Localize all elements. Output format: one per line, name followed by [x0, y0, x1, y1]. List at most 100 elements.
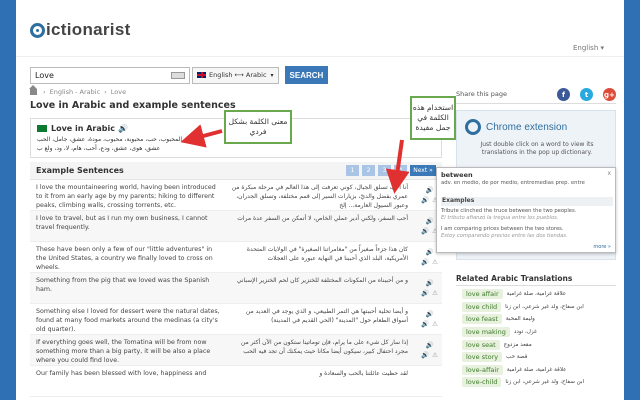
breadcrumb-item[interactable]: English - Arabic [50, 88, 101, 96]
report-icon[interactable]: ⚠ [432, 320, 438, 328]
example-english: I love the mountaineering world, having … [36, 184, 216, 209]
example-arabic: أحب السفر، ولكني أدير عملي الخاص، لا أتم… [237, 215, 408, 222]
page-button[interactable]: 3 [378, 165, 391, 176]
example-row: Something from the pig that we loved was… [30, 273, 442, 304]
search-button[interactable]: SEARCH [284, 66, 329, 84]
breadcrumb: › English - Arabic › Love [29, 85, 127, 96]
related-tag[interactable]: love seat [462, 339, 500, 350]
report-icon[interactable]: ⚠ [432, 351, 438, 359]
example-row: If everything goes well, the Tomatina wi… [30, 335, 442, 366]
related-item: love affair علاقة غرامية، صلة غرامية [462, 288, 616, 301]
extension-header: Chrome extension [465, 119, 567, 135]
speaker-icon[interactable]: 🔊 [421, 227, 429, 235]
example-english: Something from the pig that we loved was… [36, 277, 210, 293]
definition-line: عشق، هوى، عشق، ودع، أحب، هام، لا، ود، ول… [37, 145, 161, 152]
related-translation: ابن سفاح، ولد غير شرعي، ابن زنا [505, 303, 584, 310]
related-tag[interactable]: love story [462, 352, 503, 363]
pagination: 1 2 3 4 Next » [346, 165, 436, 176]
related-tag[interactable]: love child [462, 301, 502, 312]
related-tag[interactable]: love making [462, 327, 510, 338]
related-item: love-affair علاقة غرامية، صلة غرامية [462, 364, 616, 377]
site-language-selector[interactable]: English ▾ [573, 44, 604, 52]
report-icon[interactable]: ⚠ [432, 289, 438, 297]
search-bar: Love English ⟷ Arabic ▾ SEARCH [30, 66, 329, 84]
example-english: Our family has been blessed with love, h… [36, 370, 207, 377]
related-translation: ابن سفاح، ولد غير شرعي، ابن زنا [505, 379, 585, 386]
definition-header: Love in Arabic 🔊 [37, 124, 128, 133]
share-title: Share this page [456, 90, 507, 98]
extension-description: Just double click on a word to view its … [480, 141, 594, 156]
speaker-icon[interactable]: 🔊 [425, 217, 433, 225]
example-arabic: و أيضا تحلية أحببتها هي التمر الطبيعي، و… [245, 308, 408, 324]
related-translation: قصة حب [506, 354, 528, 361]
example-english: Something else I loved for dessert were … [36, 308, 220, 333]
logo-text: ictionarist [46, 20, 131, 39]
extension-logo-icon [465, 119, 481, 135]
example-arabic: كان هذا جزءاً صغيراً من "مغامراتنا الصغي… [246, 246, 408, 262]
related-translation: غزل، تودد [513, 329, 537, 336]
example-english: I love to travel, but as I run my own bu… [36, 215, 208, 231]
related-tag[interactable]: love feast [462, 314, 502, 325]
examples-list: I love the mountaineering world, having … [30, 180, 442, 397]
related-item: love-child ابن سفاح، ولد غير شرعي، ابن زن… [462, 376, 616, 389]
related-translation: علاقة غرامية، صلة غرامية [506, 291, 567, 298]
example-actions: 🔊🔊⚠ [421, 341, 438, 359]
related-list: love affair علاقة غرامية، صلة غرامية love… [462, 288, 616, 389]
speaker-icon[interactable]: 🔊 [421, 289, 429, 297]
speaker-icon[interactable]: 🔊 [425, 248, 433, 256]
example-row: These have been only a few of our "littl… [30, 242, 442, 273]
related-title: Related Arabic Translations [456, 274, 573, 283]
speaker-icon[interactable]: 🔊 [425, 310, 433, 318]
search-input[interactable]: Love [30, 66, 190, 84]
speaker-icon[interactable]: 🔊 [421, 196, 429, 204]
facebook-icon[interactable]: f [557, 88, 570, 101]
page-button[interactable]: 2 [362, 165, 375, 176]
popup-examples-title: Examples [441, 197, 613, 206]
speaker-icon[interactable]: 🔊 [421, 258, 429, 266]
close-icon[interactable]: x [607, 170, 611, 177]
example-row: Our family has been blessed with love, h… [30, 366, 442, 397]
speaker-icon[interactable]: 🔊 [425, 279, 433, 287]
related-item: love story قصة حب [462, 351, 616, 364]
sidebar-divider [456, 103, 616, 104]
language-pair-select[interactable]: English ⟷ Arabic ▾ [192, 66, 279, 84]
speaker-icon[interactable]: 🔊 [425, 341, 433, 349]
example-row: I love to travel, but as I run my own bu… [30, 211, 442, 242]
next-page-button[interactable]: Next » [410, 165, 436, 176]
definition-word-label: Love in Arabic [51, 124, 115, 133]
chevron-down-icon: ▾ [270, 71, 274, 79]
popup-example-es: Estoy comparando precios entre las dos t… [441, 232, 568, 239]
speaker-icon[interactable]: 🔊 [421, 320, 429, 328]
google-plus-icon[interactable]: g+ [603, 88, 616, 101]
twitter-icon[interactable]: t [580, 88, 593, 101]
report-icon[interactable]: ⚠ [432, 258, 438, 266]
home-icon[interactable] [29, 85, 37, 95]
language-pair-label: English ⟷ Arabic [209, 71, 267, 79]
example-row: Something else I loved for dessert were … [30, 304, 442, 335]
related-tag[interactable]: love-affair [462, 364, 503, 375]
popup-more-link[interactable]: more » [593, 244, 611, 250]
examples-title: Example Sentences [36, 166, 124, 175]
breadcrumb-item: Love [110, 88, 127, 96]
related-tag[interactable]: love-child [462, 377, 502, 388]
example-english: If everything goes well, the Tomatina wi… [36, 339, 211, 364]
logo[interactable]: ictionarist [30, 20, 131, 40]
speaker-icon[interactable]: 🔊 [421, 351, 429, 359]
page: ictionarist English ▾ Love English ⟷ Ara… [16, 0, 624, 400]
related-item: love feast وليمة المحبة [462, 313, 616, 326]
popup-definition: adv. en medio, de por medio, entremedias… [441, 180, 585, 186]
popup-example: I am comparing prices between the two st… [441, 226, 613, 239]
saudi-flag-icon [37, 125, 47, 132]
related-translation: علاقة غرامية، صلة غرامية [506, 366, 567, 373]
page-button[interactable]: 1 [346, 165, 359, 176]
example-arabic: لقد حظيت عائلتنا بالحب والسعادة و [319, 370, 408, 377]
speaker-icon[interactable]: 🔊 [118, 124, 128, 133]
popup-example: Tribute clinched the truce between the t… [441, 208, 613, 221]
example-actions: 🔊🔊⚠ [421, 310, 438, 328]
keyboard-icon[interactable] [171, 71, 185, 79]
page-button[interactable]: 4 [394, 165, 407, 176]
example-english: These have been only a few of our "littl… [36, 246, 213, 271]
speaker-icon[interactable]: 🔊 [425, 186, 433, 194]
related-divider [456, 285, 616, 286]
related-tag[interactable]: love affair [462, 289, 503, 300]
